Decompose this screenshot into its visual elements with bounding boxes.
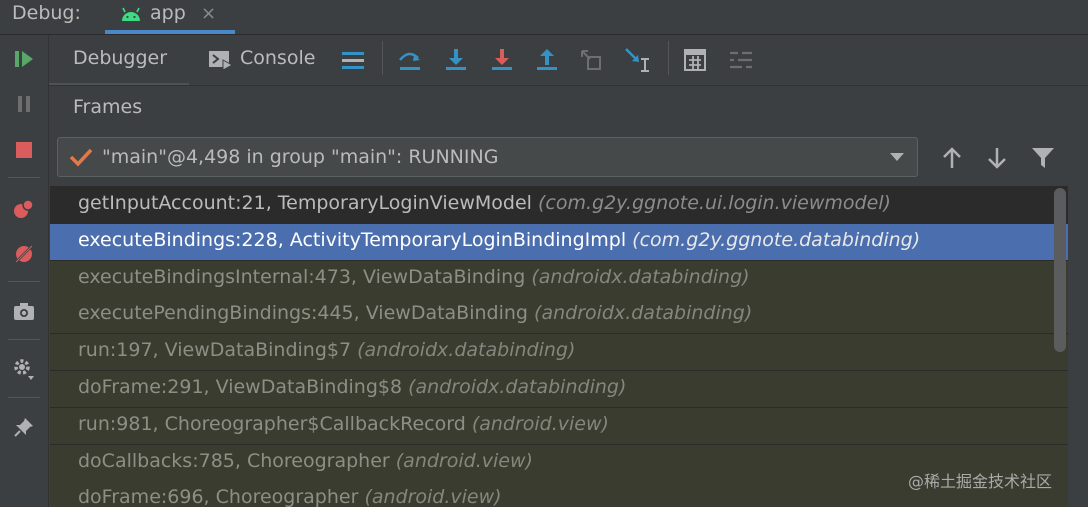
drop-frame-icon[interactable] [577, 45, 607, 75]
tab-debugger[interactable]: Debugger [49, 35, 189, 85]
frame-method: doCallbacks:785, Choreographer (android.… [78, 450, 533, 472]
frame-row[interactable]: getInputAccount:21, TemporaryLoginViewMo… [50, 187, 1068, 223]
next-frame-icon[interactable] [983, 144, 1011, 172]
close-tab-icon[interactable]: × [201, 3, 216, 24]
previous-frame-icon[interactable] [938, 144, 966, 172]
left-debug-toolbar [0, 35, 49, 507]
frame-method-label: executeBindingsInternal:473, ViewDataBin… [78, 265, 526, 288]
menu-icon[interactable] [338, 45, 368, 75]
chevron-down-icon [890, 153, 904, 161]
step-into-icon[interactable] [441, 45, 471, 75]
pin-icon[interactable] [10, 413, 38, 441]
toolbar-divider [382, 41, 383, 75]
resume-program-icon[interactable] [10, 45, 38, 73]
frame-method: getInputAccount:21, TemporaryLoginViewMo… [78, 192, 891, 214]
frame-package-label: (com.g2y.ggnote.ui.login.viewmodel) [537, 192, 891, 214]
active-tab-indicator [105, 30, 235, 34]
stop-icon[interactable] [10, 136, 38, 164]
frame-method: doFrame:696, Choreographer (android.view… [78, 486, 502, 507]
frames-scrollbar[interactable] [1054, 188, 1066, 352]
settings-icon[interactable] [10, 355, 38, 383]
thread-selector-dropdown[interactable]: "main"@4,498 in group "main": RUNNING [57, 137, 918, 177]
frame-method-label: getInputAccount:21, TemporaryLoginViewMo… [78, 192, 532, 214]
frame-row[interactable]: executeBindings:228, ActivityTemporaryLo… [50, 223, 1068, 260]
tab-app-label: app [150, 2, 186, 24]
frame-package-label: (androidx.databinding) [534, 302, 753, 325]
run-to-cursor-icon[interactable] [623, 45, 653, 75]
thread-selector-value: "main"@4,498 in group "main": RUNNING [102, 146, 499, 168]
frames-panel-header: Frames [49, 86, 1088, 128]
frame-method-label: executeBindings:228, ActivityTemporaryLo… [78, 228, 627, 251]
frame-method: run:981, Choreographer$CallbackRecord (a… [78, 413, 609, 435]
frame-row[interactable]: executeBindingsInternal:473, ViewDataBin… [50, 260, 1068, 297]
debugger-toolbar: Debugger Console [49, 35, 1088, 86]
pause-program-icon[interactable] [10, 90, 38, 118]
frame-method-label: run:981, Choreographer$CallbackRecord [78, 412, 466, 435]
frame-method: doFrame:291, ViewDataBinding$8 (androidx… [78, 376, 626, 398]
toolbar-divider [8, 177, 40, 178]
frame-row[interactable]: run:197, ViewDataBinding$7 (androidx.dat… [50, 334, 1068, 371]
console-icon [209, 51, 234, 71]
frame-method: executeBindingsInternal:473, ViewDataBin… [78, 266, 750, 288]
debug-tool-window-header: Debug: app × [0, 0, 1088, 35]
frame-method: executePendingBindings:445, ViewDataBind… [78, 302, 752, 324]
frame-package-label: (android.view) [395, 449, 533, 472]
frame-method-label: doFrame:696, Choreographer [78, 486, 359, 507]
tab-app[interactable]: app × [105, 0, 235, 34]
frame-package-label: (androidx.databinding) [531, 265, 750, 288]
frame-method-label: executePendingBindings:445, ViewDataBind… [78, 302, 528, 325]
frame-row[interactable]: doFrame:291, ViewDataBinding$8 (androidx… [50, 371, 1068, 407]
frame-package-label: (com.g2y.ggnote.databinding) [632, 228, 921, 251]
filter-icon[interactable] [1029, 144, 1057, 172]
frame-method: executeBindings:228, ActivityTemporaryLo… [78, 229, 920, 251]
watermark: @稀土掘金技术社区 [908, 472, 1053, 491]
force-step-into-icon[interactable] [487, 45, 517, 75]
frames-list[interactable]: getInputAccount:21, TemporaryLoginViewMo… [50, 186, 1068, 507]
view-breakpoints-icon[interactable] [10, 195, 38, 223]
tab-debugger-label: Debugger [73, 47, 168, 69]
toolbar-divider [8, 339, 40, 340]
toolbar-divider [8, 281, 40, 282]
frame-row[interactable]: executePendingBindings:445, ViewDataBind… [50, 297, 1068, 334]
trace-current-stream-chain-icon[interactable] [726, 45, 756, 75]
frame-method: run:197, ViewDataBinding$7 (androidx.dat… [78, 339, 575, 361]
check-icon [69, 148, 93, 167]
android-icon [122, 7, 140, 21]
tab-console[interactable]: Console [204, 35, 334, 83]
right-side-strip [1070, 128, 1088, 507]
frame-package-label: (android.view) [471, 412, 609, 435]
debug-label: Debug: [12, 2, 81, 24]
frames-title: Frames [73, 96, 143, 118]
toolbar-divider [668, 41, 669, 75]
frame-package-label: (android.view) [364, 486, 502, 507]
frame-method-label: run:197, ViewDataBinding$7 [78, 339, 352, 362]
frame-method-label: doFrame:291, ViewDataBinding$8 [78, 376, 403, 398]
tab-console-label: Console [240, 47, 316, 69]
step-out-icon[interactable] [532, 45, 562, 75]
frame-method-label: doCallbacks:785, Choreographer [78, 449, 390, 472]
step-over-icon[interactable] [395, 45, 425, 75]
frame-row[interactable]: run:981, Choreographer$CallbackRecord (a… [50, 407, 1068, 444]
toolbar-divider [8, 397, 40, 398]
mute-breakpoints-icon[interactable] [10, 240, 38, 268]
frame-package-label: (androidx.databinding) [357, 339, 576, 362]
camera-icon[interactable] [10, 297, 38, 325]
evaluate-expression-icon[interactable] [680, 45, 710, 75]
frame-package-label: (androidx.databinding) [408, 376, 627, 398]
